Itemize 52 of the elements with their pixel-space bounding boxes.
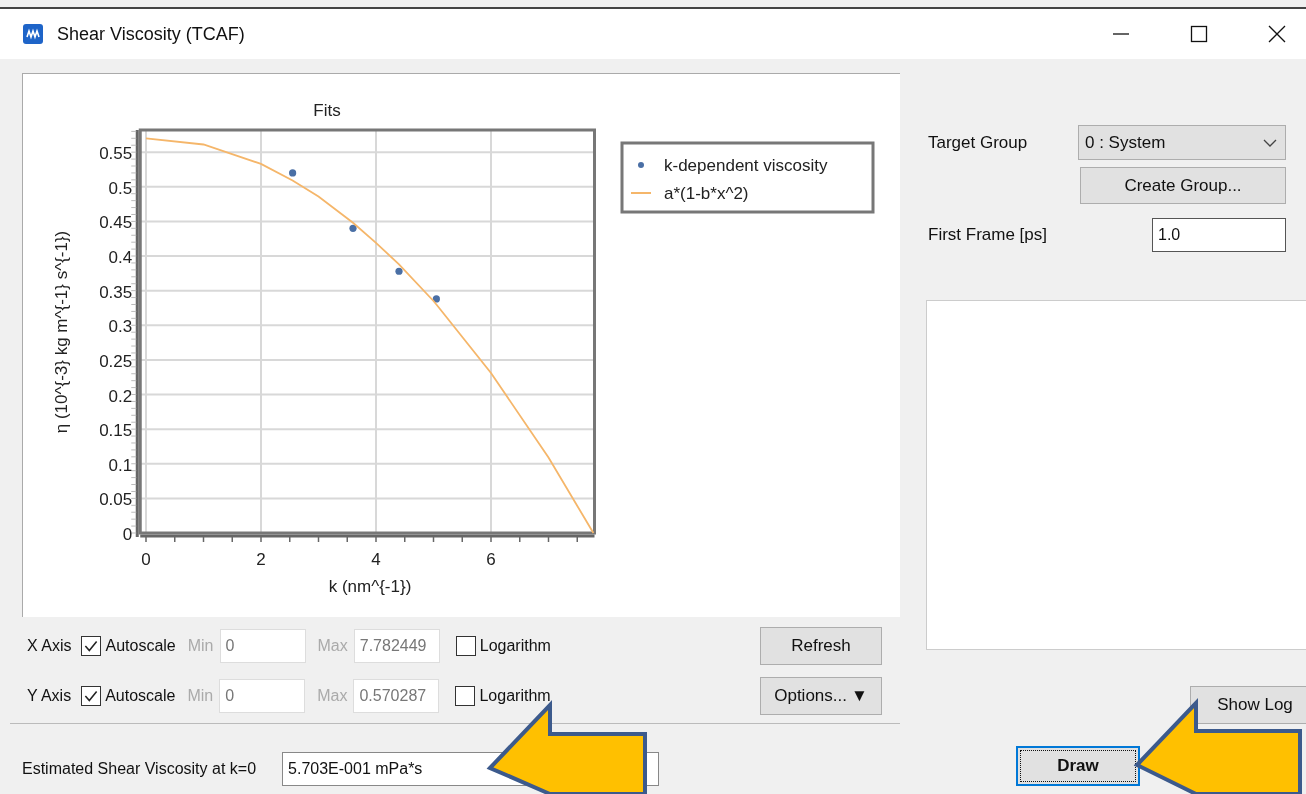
refresh-button[interactable]: Refresh (760, 627, 882, 665)
y-tick-label: 0.05 (99, 490, 133, 510)
x-tick-label: 0 (141, 550, 151, 569)
axis-label: Y Axis (27, 687, 72, 705)
y-tick-label: 0.45 (99, 213, 133, 233)
chart-title: Fits (313, 101, 341, 120)
y-tick-label: 0.4 (108, 248, 133, 267)
y-tick-label: 0.35 (99, 282, 133, 302)
y-tick-label: 0.2 (108, 386, 133, 406)
maximize-icon[interactable] (1190, 25, 1208, 43)
x-tick-label: 2 (256, 550, 266, 569)
y-tick-label: 0.3 (108, 317, 133, 337)
estimate-label: Estimated Shear Viscosity at k=0 (22, 760, 257, 778)
first-frame-field[interactable]: 1.0 (1152, 218, 1286, 252)
data-point (349, 224, 357, 232)
data-point (289, 169, 297, 177)
y-tick-label: 0.25 (99, 351, 133, 371)
y-tick-label: 0.15 (99, 421, 133, 441)
max-label: Max (317, 687, 348, 705)
x-tick-label: 6 (486, 550, 496, 569)
min-label: Min (187, 687, 214, 705)
checkbox-label: Autoscale (105, 687, 176, 705)
options-button[interactable]: Options... ▼ (760, 677, 882, 715)
y-tick-label: 0.5 (108, 178, 133, 198)
window-title: Shear Viscosity (TCAF) (57, 23, 245, 45)
target-group-dropdown[interactable]: 0 : System (1078, 125, 1286, 160)
checkbox-label: Autoscale (105, 637, 176, 655)
data-point (395, 267, 403, 275)
checkbox-label: Logarithm (479, 637, 551, 655)
checkbox-label: Logarithm (479, 687, 551, 705)
chevron-down-icon (1263, 138, 1277, 147)
y-tick-label: 0.55 (99, 144, 133, 164)
max-label: Max (317, 637, 348, 655)
app-icon (23, 24, 43, 44)
y-tick-label: 0 (122, 525, 133, 544)
legend-marker (638, 162, 644, 168)
x-axis-title: k (nm^{-1}) (328, 577, 412, 596)
first-frame-label: First Frame [ps] (928, 225, 1048, 245)
create-group-button[interactable]: Create Group... (1080, 167, 1286, 204)
axis-label: X Axis (27, 637, 72, 655)
legend-label: a*(1-b*x^2) (664, 184, 749, 203)
draw-button[interactable]: Draw (1016, 746, 1140, 786)
data-point (432, 295, 440, 303)
legend-line (630, 192, 652, 194)
legend-label: k-dependent viscosity (664, 156, 828, 175)
y-tick-label: 0.1 (108, 455, 133, 475)
target-group-label: Target Group (928, 132, 1029, 153)
min-label: Min (187, 637, 214, 655)
show-log-button[interactable]: Show Log (1190, 686, 1306, 724)
y-axis-title: η (10^{-3} kg m^{-1} s^{-1}) (52, 230, 71, 434)
x-tick-label: 4 (371, 550, 381, 569)
close-icon[interactable] (1268, 25, 1286, 43)
